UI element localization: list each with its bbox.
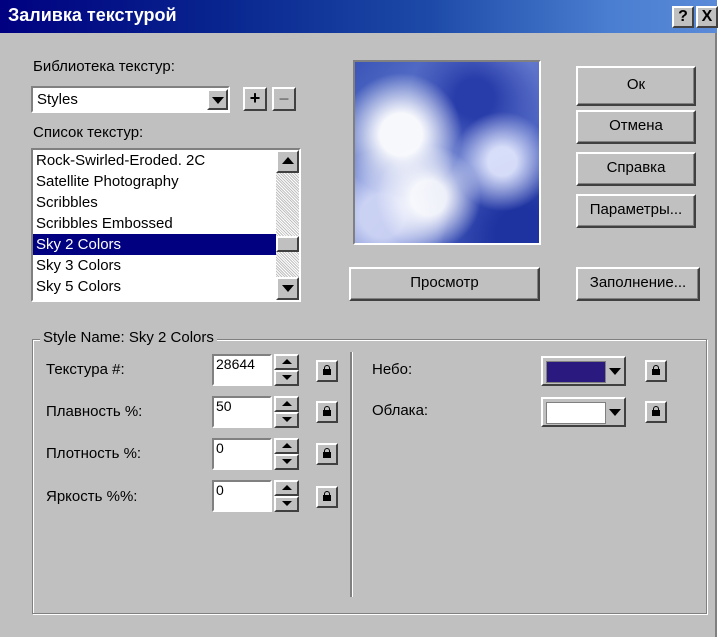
options-button[interactable]: Параметры... <box>576 194 696 228</box>
sky-color-picker[interactable] <box>541 356 626 386</box>
texture-list-scrollbar[interactable] <box>276 150 299 300</box>
help-title-button[interactable]: ? <box>672 6 694 28</box>
scroll-up-icon[interactable] <box>276 150 299 173</box>
texture-fill-dialog: Заливка текстурой ? X Библиотека текстур… <box>0 0 718 637</box>
help-button[interactable]: Справка <box>576 152 696 186</box>
texture-number-stepper[interactable] <box>274 354 299 386</box>
texture-list-item[interactable]: Sky 5 Colors <box>33 276 277 297</box>
density-input[interactable]: 0 <box>212 438 272 470</box>
sky-color-swatch <box>546 361 606 383</box>
lock-icon[interactable] <box>316 486 338 508</box>
chevron-down-icon <box>609 368 621 375</box>
close-button[interactable]: X <box>696 6 718 28</box>
brightness-stepper[interactable] <box>274 480 299 512</box>
clouds-color-swatch <box>546 402 606 424</box>
density-label: Плотность %: <box>46 445 142 462</box>
softness-label: Плавность %: <box>46 403 143 420</box>
texture-list-item[interactable]: Sky 3 Colors <box>33 255 277 276</box>
texture-list-items: Rock-Swirled-Eroded. 2C Satellite Photogr… <box>33 150 299 300</box>
add-library-button[interactable]: + <box>243 87 267 111</box>
lock-icon[interactable] <box>316 401 338 423</box>
scroll-thumb[interactable] <box>276 236 299 252</box>
library-label: Библиотека текстур: <box>33 58 175 75</box>
texture-list-item[interactable]: Scribbles <box>33 192 277 213</box>
ok-button[interactable]: Ок <box>576 66 696 106</box>
texture-list-item[interactable]: Scribbles Embossed <box>33 213 277 234</box>
density-stepper[interactable] <box>274 438 299 470</box>
softness-stepper[interactable] <box>274 396 299 428</box>
texture-list-item[interactable]: Rock-Swirled-Eroded. 2C <box>33 150 277 171</box>
brightness-input[interactable]: 0 <box>212 480 272 512</box>
texture-list-label: Список текстур: <box>33 124 144 141</box>
lock-icon[interactable] <box>645 360 667 382</box>
preview-button[interactable]: Просмотр <box>349 267 540 301</box>
texture-listbox[interactable]: Rock-Swirled-Eroded. 2C Satellite Photogr… <box>31 148 301 302</box>
window-title: Заливка текстурой <box>8 5 177 25</box>
sky-color-label: Небо: <box>372 361 413 378</box>
texture-preview-image <box>353 60 541 245</box>
brightness-label: Яркость %%: <box>46 488 138 505</box>
cancel-button[interactable]: Отмена <box>576 110 696 144</box>
texture-number-label: Текстура #: <box>46 361 125 378</box>
clouds-color-picker[interactable] <box>541 397 626 427</box>
texture-number-input[interactable]: 28644 <box>212 354 272 386</box>
texture-list-item[interactable]: Satellite Photography <box>33 171 277 192</box>
chevron-down-icon <box>609 409 621 416</box>
softness-input[interactable]: 50 <box>212 396 272 428</box>
library-value: Styles <box>37 91 78 108</box>
group-divider <box>350 352 353 597</box>
library-combo[interactable]: Styles <box>31 86 230 113</box>
fill-button[interactable]: Заполнение... <box>576 267 700 301</box>
chevron-down-icon[interactable] <box>207 89 228 110</box>
remove-library-button[interactable]: – <box>272 87 296 111</box>
lock-icon[interactable] <box>316 360 338 382</box>
title-bar: Заливка текстурой ? X <box>0 0 718 33</box>
scroll-down-icon[interactable] <box>276 277 299 300</box>
lock-icon[interactable] <box>645 401 667 423</box>
texture-list-item[interactable]: Smooth Weave <box>33 297 277 300</box>
lock-icon[interactable] <box>316 443 338 465</box>
texture-list-item[interactable]: Sky 2 Colors <box>33 234 277 255</box>
style-name-title: Style Name: Sky 2 Colors <box>40 329 217 346</box>
clouds-color-label: Облака: <box>372 402 429 419</box>
